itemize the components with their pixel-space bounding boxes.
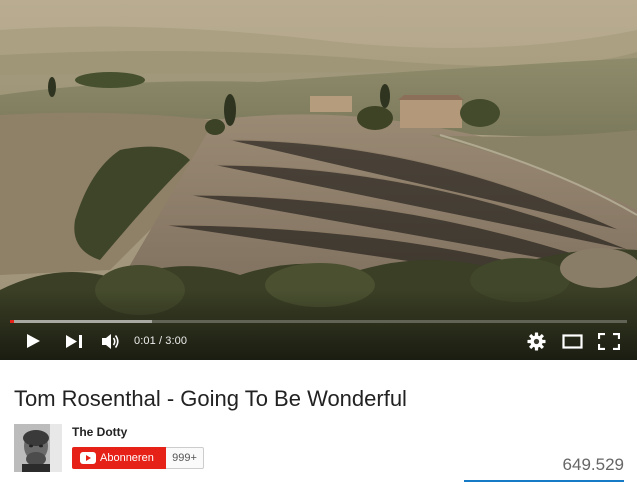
sentiment-bar <box>464 480 624 482</box>
progress-bar[interactable] <box>10 320 627 323</box>
progress-buffered <box>10 320 152 323</box>
youtube-logo-icon <box>80 452 96 464</box>
next-icon[interactable] <box>65 335 85 348</box>
view-count: 649.529 <box>562 455 624 474</box>
volume-icon[interactable] <box>101 333 121 350</box>
time-display: 0:01 / 3:00 <box>134 335 188 347</box>
channel-name[interactable]: The Dotty <box>72 425 127 439</box>
channel-avatar[interactable] <box>14 424 62 472</box>
video-player[interactable]: 0:01 / 3:00 <box>0 0 637 360</box>
subscribe-button[interactable]: Abonneren <box>72 447 166 469</box>
progress-played <box>10 320 14 323</box>
subscribe-label: Abonneren <box>100 452 154 464</box>
fullscreen-icon[interactable] <box>598 333 620 350</box>
video-title: Tom Rosenthal - Going To Be Wonderful <box>14 386 407 411</box>
avatar-image <box>14 424 62 472</box>
gear-icon[interactable] <box>527 332 546 351</box>
video-page: 0:01 / 3:00 Tom Rosenthal - Going To Be … <box>0 0 637 491</box>
theater-mode-icon[interactable] <box>562 334 583 349</box>
play-icon[interactable] <box>25 333 41 349</box>
subscriber-count: 999+ <box>166 447 204 469</box>
